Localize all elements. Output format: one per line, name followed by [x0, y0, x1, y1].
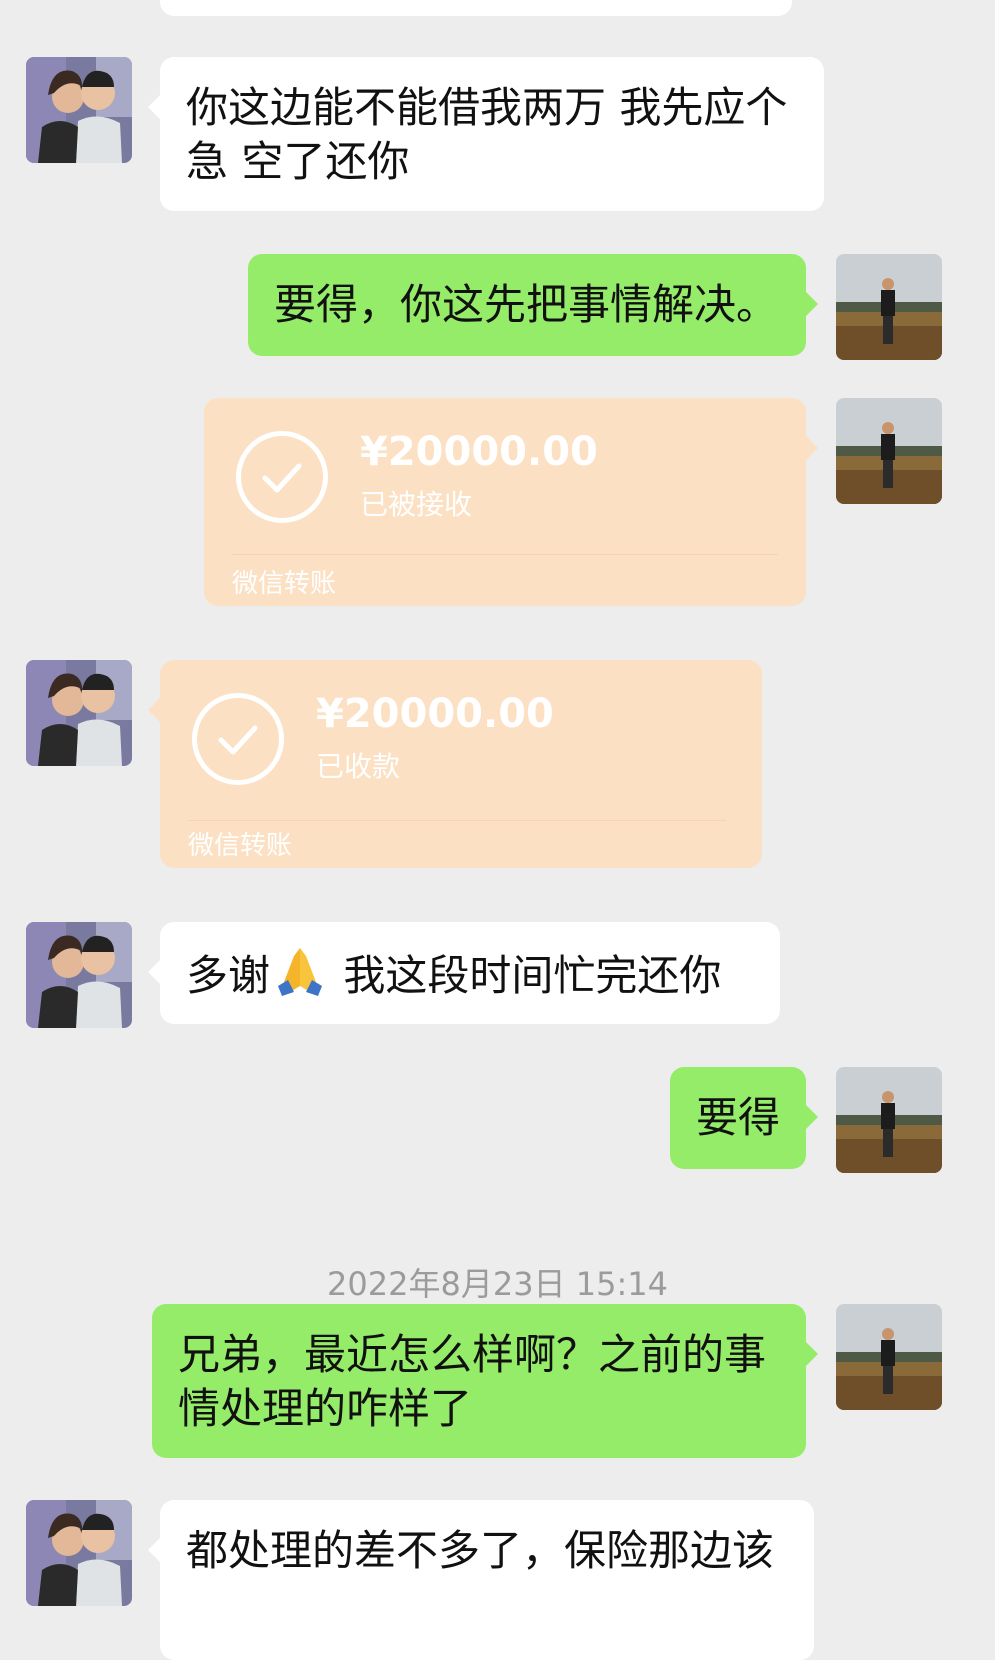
- check-circle-icon: [192, 693, 284, 785]
- message-bubble-incoming[interactable]: 你这边能不能借我两万 我先应个急 空了还你: [148, 57, 824, 211]
- transfer-status: 已被接收: [360, 488, 473, 521]
- self-avatar[interactable]: [836, 1304, 942, 1410]
- bubble-tail: [148, 95, 160, 119]
- transfer-card-incoming[interactable]: ¥20000.00 已收款 微信转账: [148, 660, 762, 868]
- message-bubble-incoming[interactable]: 都处理的差不多了，保险那边该: [148, 1500, 814, 1660]
- bubble-tail: [148, 698, 160, 722]
- cropped-message-bubble[interactable]: [160, 0, 792, 16]
- message-bubble-incoming[interactable]: 多谢 我这段时间忙完还你: [148, 922, 780, 1024]
- friend-avatar[interactable]: [26, 57, 132, 163]
- message-text: 都处理的差不多了，保险那边该: [186, 1526, 775, 1575]
- message-text: 我这段时间忙完还你: [330, 951, 722, 1000]
- transfer-card-outgoing[interactable]: ¥20000.00 已被接收 微信转账: [204, 398, 818, 606]
- chat-timestamp: 2022年8月23日 15:14: [327, 1265, 668, 1303]
- folded-hands-emoji-icon: [272, 946, 328, 996]
- message-bubble-outgoing[interactable]: 要得: [670, 1067, 818, 1169]
- bubble-tail: [806, 1342, 818, 1366]
- transfer-status: 已收款: [316, 750, 401, 783]
- self-avatar[interactable]: [836, 398, 942, 504]
- message-text: 你这边能不能借我两万 我先应个急 空了还你: [186, 83, 788, 186]
- message-text: 兄弟，最近怎么样啊？之前的事情处理的咋样了: [178, 1330, 767, 1433]
- bubble-tail: [148, 960, 160, 984]
- bubble-tail: [806, 1105, 818, 1129]
- message-text: 要得，你这先把事情解决。: [274, 280, 779, 329]
- friend-avatar[interactable]: [26, 1500, 132, 1606]
- self-avatar[interactable]: [836, 254, 942, 360]
- message-bubble-outgoing[interactable]: 兄弟，最近怎么样啊？之前的事情处理的咋样了: [152, 1304, 818, 1458]
- transfer-amount: ¥20000.00: [360, 429, 598, 475]
- self-avatar[interactable]: [836, 1067, 942, 1173]
- transfer-brand-label: 微信转账: [232, 569, 337, 599]
- message-text: 要得: [696, 1093, 781, 1142]
- message-bubble-outgoing[interactable]: 要得，你这先把事情解决。: [248, 254, 818, 356]
- bubble-tail: [806, 436, 818, 460]
- transfer-brand-label: 微信转账: [188, 831, 293, 861]
- message-text: 多谢: [186, 951, 271, 1000]
- transfer-amount: ¥20000.00: [316, 691, 554, 737]
- friend-avatar[interactable]: [26, 660, 132, 766]
- bubble-tail: [148, 1538, 160, 1562]
- transfer-divider: [188, 820, 726, 821]
- transfer-divider: [232, 554, 778, 555]
- friend-avatar[interactable]: [26, 922, 132, 1028]
- check-circle-icon: [236, 431, 328, 523]
- bubble-tail: [806, 292, 818, 316]
